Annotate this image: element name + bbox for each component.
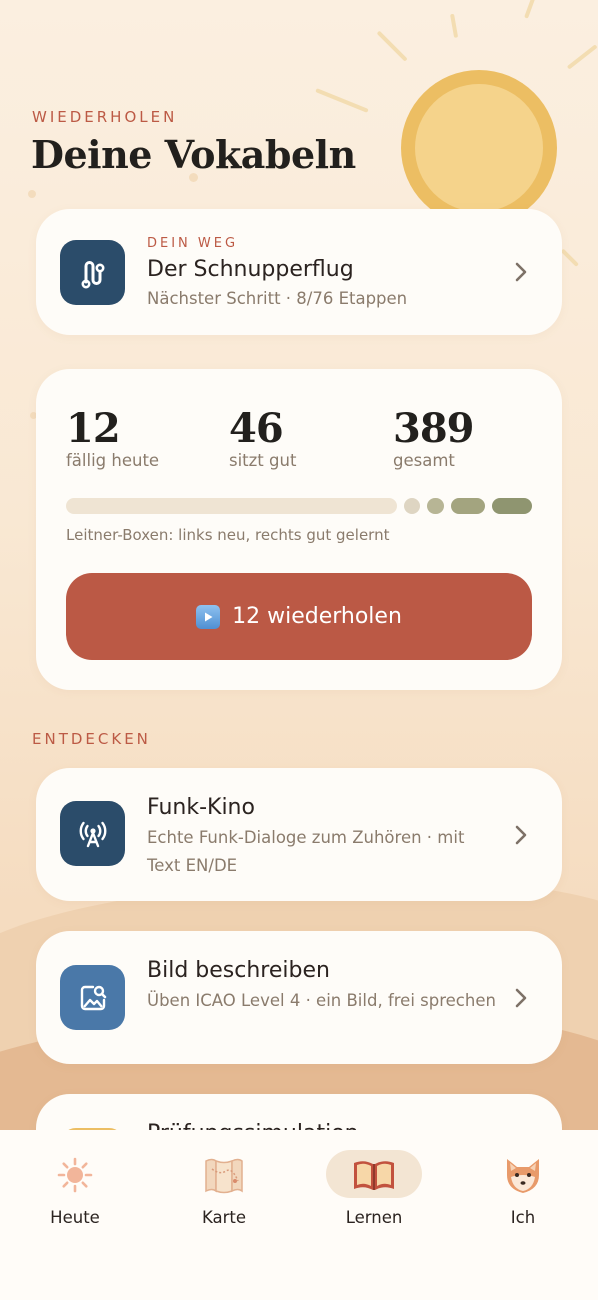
leitner-box-3 — [426, 498, 444, 514]
image-search-icon — [60, 965, 125, 1030]
good-count: 46 — [229, 405, 284, 452]
discover-eyebrow: ENTDECKEN — [32, 730, 151, 748]
due-count: 12 — [66, 405, 121, 452]
leitner-box-5 — [492, 498, 532, 514]
describe-image-title: Bild beschreiben — [147, 958, 330, 983]
chevron-right-icon — [515, 262, 527, 282]
tab-heute[interactable]: Heute — [0, 1130, 150, 1250]
sun-ray — [566, 44, 598, 70]
book-icon — [349, 1150, 399, 1200]
tab-heute-label: Heute — [50, 1208, 100, 1227]
leitner-box-2 — [403, 498, 420, 514]
tab-ich-label: Ich — [510, 1208, 536, 1227]
bottom-tab-bar: Heute Karte Lernen Ich — [0, 1130, 598, 1300]
sun-ray — [450, 13, 459, 38]
fox-icon — [498, 1150, 548, 1200]
sun-illustration — [401, 70, 557, 226]
chevron-right-icon — [515, 825, 527, 845]
describe-image-card[interactable]: Bild beschreiben Üben ICAO Level 4 · ein… — [36, 931, 562, 1064]
tab-ich[interactable]: Ich — [448, 1130, 598, 1250]
leitner-box-1 — [66, 498, 397, 514]
radio-cinema-subtitle: Echte Funk-Dialoge zum Zuhören · mit Tex… — [147, 828, 465, 875]
sun-illustration-core — [415, 84, 543, 212]
chevron-right-icon — [515, 988, 527, 1008]
total-count: 389 — [393, 405, 474, 452]
radio-cinema-title: Funk-Kino — [147, 795, 255, 820]
sun-ray — [524, 0, 537, 19]
radio-cinema-card[interactable]: Funk-Kino Echte Funk-Dialoge zum Zuhören… — [36, 768, 562, 901]
tab-karte-label: Karte — [201, 1208, 247, 1227]
path-title: Der Schnupperflug — [147, 257, 354, 282]
map-icon — [199, 1150, 249, 1200]
sun-ray — [560, 248, 579, 267]
play-icon — [196, 604, 221, 629]
path-kicker: DEIN WEG — [147, 236, 239, 251]
leitner-boxes-bar — [66, 498, 532, 514]
good-label: sitzt gut — [229, 451, 297, 470]
sun-ray — [376, 30, 408, 62]
radio-antenna-icon — [60, 801, 125, 866]
tab-lernen[interactable]: Lernen — [299, 1130, 449, 1250]
leitner-caption: Leitner-Boxen: links neu, rechts gut gel… — [66, 526, 390, 544]
tab-karte[interactable]: Karte — [149, 1130, 299, 1250]
page-title: Deine Vokabeln — [31, 132, 356, 177]
review-button[interactable]: 12 wiederholen — [66, 573, 532, 660]
due-label: fällig heute — [66, 451, 160, 470]
describe-image-subtitle: Üben ICAO Level 4 · ein Bild, frei sprec… — [147, 991, 496, 1010]
leitner-box-4 — [450, 498, 486, 514]
section-eyebrow: WIEDERHOLEN — [32, 108, 178, 126]
sun-ray — [315, 88, 369, 113]
sun-icon — [50, 1150, 100, 1200]
sparkle-dot — [28, 190, 36, 198]
review-button-label: 12 wiederholen — [232, 604, 402, 629]
route-icon — [60, 240, 125, 305]
total-label: gesamt — [393, 451, 455, 470]
path-subtitle: Nächster Schritt · 8/76 Etappen — [147, 289, 408, 308]
vocab-stats-card: 12 fällig heute 46 sitzt gut 389 gesamt … — [36, 369, 562, 690]
learning-path-card[interactable]: DEIN WEG Der Schnupperflug Nächster Schr… — [36, 209, 562, 335]
tab-lernen-label: Lernen — [345, 1208, 403, 1227]
